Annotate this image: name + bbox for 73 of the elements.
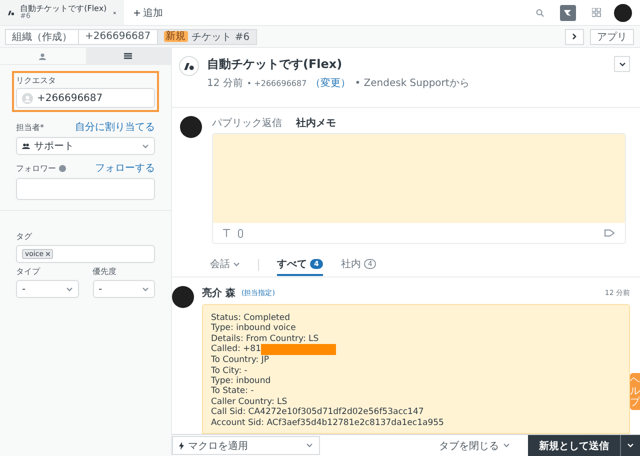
agent-avatar bbox=[180, 116, 202, 138]
message-line: Call Sid: CA4272e10f305d71df2d02e56f53acc147 bbox=[211, 407, 425, 418]
breadcrumb[interactable]: +266696687 bbox=[78, 28, 158, 44]
chevron-icon bbox=[572, 33, 577, 40]
message-line: To State: - bbox=[211, 386, 255, 397]
message-line: Caller Country: LS bbox=[211, 396, 288, 408]
field-label: タイプ bbox=[16, 266, 42, 277]
message-line: To City: - bbox=[211, 366, 248, 376]
message-line: Status: Completed bbox=[211, 313, 292, 324]
menu-icon bbox=[124, 53, 132, 59]
sidebar-tab[interactable] bbox=[86, 48, 171, 64]
user-avatar[interactable] bbox=[614, 4, 632, 22]
message-line: Details: From Country: LS bbox=[211, 334, 320, 344]
close-icon[interactable] bbox=[112, 10, 116, 16]
assign-to-me-link[interactable]: 自分に割り当てる bbox=[75, 120, 155, 134]
zendesk-logo-icon bbox=[8, 8, 14, 16]
field-label: タグ bbox=[16, 231, 33, 242]
assignee-select[interactable]: サポート bbox=[16, 137, 155, 155]
ticket-title: 自動チケットです(Flex) bbox=[207, 56, 344, 73]
submit-button[interactable]: 新規として送信 bbox=[528, 435, 620, 456]
options-button[interactable] bbox=[614, 56, 630, 72]
message-line: Type: inbound bbox=[211, 376, 272, 386]
caret-icon bbox=[306, 443, 313, 448]
author-name: 亮介 森 bbox=[202, 286, 236, 300]
apply-macro-select[interactable]: マクロを適用 bbox=[172, 436, 320, 455]
breadcrumb[interactable]: 新規 チケット #6 bbox=[156, 28, 257, 44]
macro-icon[interactable] bbox=[604, 229, 615, 237]
plus-icon bbox=[134, 10, 140, 16]
field-label: 担当者* bbox=[16, 122, 44, 132]
submit-options-button[interactable] bbox=[620, 435, 640, 456]
apps-button[interactable]: アプリ bbox=[590, 28, 634, 44]
caret-icon bbox=[66, 286, 72, 292]
channel-logo bbox=[179, 56, 199, 76]
status-badge: 新規 bbox=[164, 31, 188, 42]
caret-icon bbox=[142, 144, 149, 148]
message-line: To Country: JP bbox=[211, 355, 270, 366]
add-tab-button[interactable]: 追加 bbox=[124, 0, 173, 25]
person-icon bbox=[39, 52, 46, 60]
ticket-time: 12 分前 bbox=[207, 77, 243, 90]
field-label: 優先度 bbox=[92, 266, 118, 277]
tab-title: 自動チケットです(Flex) bbox=[20, 5, 107, 13]
group-icon bbox=[22, 143, 30, 149]
follow-link[interactable]: フォローする bbox=[95, 161, 155, 175]
message-line: Account Sid: ACf3aef35d4b12781e2c8137da1ec1a955 bbox=[211, 418, 445, 428]
caret-icon bbox=[503, 443, 510, 448]
close-tab-button[interactable]: タブを閉じる bbox=[433, 435, 516, 456]
avatar-icon bbox=[22, 92, 33, 104]
remove-icon bbox=[46, 252, 50, 256]
next-button[interactable] bbox=[565, 28, 584, 44]
note-input[interactable] bbox=[213, 134, 625, 223]
composer-tab[interactable]: パブリック返信 bbox=[212, 116, 282, 135]
conversation-filter[interactable]: 会話 bbox=[210, 257, 240, 276]
requester-field[interactable]: +266696687 bbox=[16, 88, 155, 108]
info-icon bbox=[59, 164, 66, 172]
type-select[interactable]: - bbox=[16, 280, 78, 298]
message-line: Called: +81 bbox=[211, 344, 621, 356]
priority-select[interactable]: - bbox=[92, 280, 155, 298]
conversations-icon[interactable] bbox=[560, 4, 576, 20]
message-line: Type: inbound voice bbox=[211, 323, 297, 334]
caret-icon bbox=[627, 443, 634, 448]
author-avatar bbox=[172, 286, 194, 308]
breadcrumb[interactable]: 組織（作成） bbox=[5, 28, 79, 44]
change-link[interactable]: （変更） bbox=[310, 76, 351, 90]
caret-icon bbox=[233, 262, 240, 266]
lightning-icon bbox=[179, 442, 184, 450]
caret-icon bbox=[142, 286, 149, 292]
ticket-requester: • +266696687 bbox=[246, 78, 307, 88]
field-label: フォロワー bbox=[16, 162, 56, 174]
caret-icon bbox=[618, 62, 626, 66]
text-format-icon[interactable] bbox=[223, 229, 230, 237]
field-label: リクエスタ bbox=[16, 75, 57, 86]
ticket-source: • Zendesk Supportから bbox=[354, 77, 470, 90]
followers-field[interactable] bbox=[16, 178, 155, 200]
